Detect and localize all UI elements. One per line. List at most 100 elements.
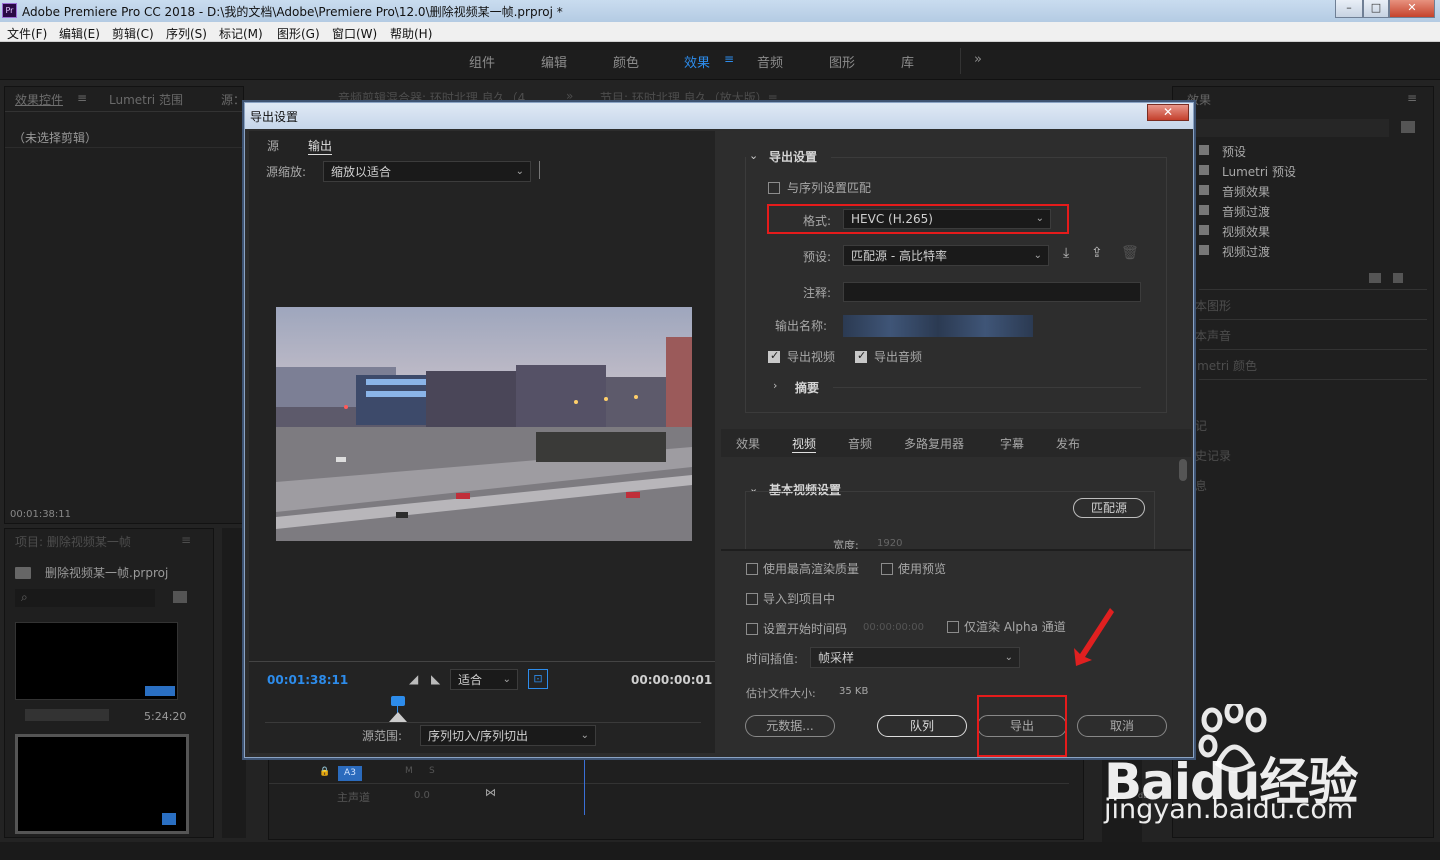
lock-icon[interactable]: 🔒 [319, 767, 330, 777]
delete-preset-icon[interactable]: 🗑 [1121, 245, 1139, 261]
cancel-button[interactable]: 取消 [1077, 715, 1167, 737]
workspace-graphics[interactable]: 图形 [829, 52, 855, 71]
menu-help[interactable]: 帮助(H) [390, 25, 432, 42]
summary-header[interactable]: 摘要 [795, 379, 819, 396]
tab-source[interactable]: 源 [267, 137, 279, 154]
workspace-menu-icon[interactable]: ≡ [724, 52, 734, 66]
workspace-effects[interactable]: 效果 [684, 52, 710, 71]
format-dropdown[interactable]: HEVC (H.265) ⌄ [843, 209, 1051, 229]
dialog-close-button[interactable]: ✕ [1147, 104, 1189, 121]
workspace-editing[interactable]: 编辑 [541, 52, 567, 71]
set-in-point-icon[interactable]: ◢ [409, 672, 418, 686]
import-into-project-checkbox[interactable] [746, 593, 758, 605]
metadata-button[interactable]: 元数据... [745, 715, 835, 737]
solo-button[interactable]: S [429, 766, 435, 776]
save-preset-icon[interactable]: ⤓ [1063, 245, 1069, 261]
folder-icon [1199, 185, 1209, 195]
menu-clip[interactable]: 剪辑(C) [112, 25, 154, 42]
effects-item[interactable]: 视频效果 [1222, 223, 1270, 240]
use-previews-checkbox[interactable] [881, 563, 893, 575]
master-volume-value[interactable]: 0.0 [414, 790, 430, 801]
tab-multiplexer[interactable]: 多路复用器 [904, 435, 964, 452]
current-timecode[interactable]: 00:01:38:11 [267, 673, 348, 687]
crop-output-icon[interactable]: ⊡ [528, 669, 548, 689]
preset-dropdown[interactable]: 匹配源 - 高比特率 ⌄ [843, 245, 1049, 266]
queue-button[interactable]: 队列 [877, 715, 967, 737]
chevron-right-icon[interactable]: › [773, 379, 777, 392]
tab-effects[interactable]: 效果 [736, 435, 760, 452]
effects-item[interactable]: 音频过渡 [1222, 203, 1270, 220]
minimize-button[interactable]: – [1335, 0, 1363, 18]
tab-output[interactable]: 输出 [308, 137, 333, 155]
set-out-point-icon[interactable]: ◣ [431, 672, 440, 686]
panel-menu-icon[interactable]: ≡ [77, 91, 87, 105]
app-icon: Pr [2, 3, 17, 18]
new-bin-icon[interactable] [173, 591, 187, 603]
effect-controls-panel: 效果控件 ≡ Lumetri 范围 源：（无剪辑） （未选择剪辑） 00:01:… [4, 86, 247, 524]
render-alpha-checkbox[interactable] [947, 621, 959, 633]
start-timecode-value[interactable]: 00:00:00:00 [863, 622, 924, 633]
width-value[interactable]: 1920 [877, 538, 902, 549]
settings-column: ⌄ 导出设置 与序列设置匹配 格式: HEVC (H.265) ⌄ 预设: 匹配… [721, 131, 1191, 552]
effects-panel-menu-icon[interactable]: ≡ [1407, 91, 1417, 105]
source-scaling-dropdown[interactable]: 缩放以适合 ⌄ [323, 161, 531, 182]
menu-graphics[interactable]: 图形(G) [277, 25, 320, 42]
audio-meter-panel: dB [1102, 760, 1149, 842]
menu-window[interactable]: 窗口(W) [332, 25, 377, 42]
source-range-dropdown[interactable]: 序列切入/序列切出 ⌄ [420, 725, 596, 746]
panel-overflow-icon[interactable]: » [566, 89, 573, 103]
effects-search-icon[interactable] [1401, 121, 1415, 133]
dialog-title: 导出设置 [250, 110, 299, 124]
effects-search-input[interactable] [1193, 119, 1389, 137]
time-interpolation-dropdown[interactable]: 帧采样 ⌄ [810, 647, 1020, 668]
export-audio-checkbox[interactable] [855, 349, 867, 363]
import-preset-icon[interactable]: ⇪ [1091, 245, 1103, 261]
settings-scrollbar[interactable] [1179, 459, 1187, 481]
tab-effect-controls[interactable]: 效果控件 [15, 91, 63, 108]
effects-item[interactable]: 预设 [1222, 143, 1246, 160]
status-bar [0, 842, 1440, 860]
workspace-overflow-icon[interactable]: » [974, 52, 982, 67]
project-panel: 项目: 删除视频某一帧 ≡ 删除视频某一帧.prproj ⌕ 5:24:20 [4, 528, 214, 838]
output-name-link[interactable] [843, 315, 1033, 337]
tab-video[interactable]: 视频 [792, 435, 817, 453]
tab-lumetri-scopes[interactable]: Lumetri 范围 [109, 91, 183, 108]
menu-marker[interactable]: 标记(M) [219, 25, 263, 42]
set-start-timecode-checkbox[interactable] [746, 623, 758, 635]
match-source-button[interactable]: 匹配源 [1073, 498, 1145, 518]
header-line [831, 157, 1167, 158]
trash-icon[interactable] [1393, 273, 1403, 283]
menu-file[interactable]: 文件(F) [7, 25, 47, 42]
window-close-button[interactable]: ✕ [1389, 0, 1435, 18]
export-highlight-box [977, 695, 1067, 757]
effects-item[interactable]: Lumetri 预设 [1222, 163, 1296, 180]
playhead-handle[interactable] [391, 696, 405, 706]
export-video-checkbox[interactable] [768, 349, 780, 363]
comment-input[interactable] [843, 282, 1141, 302]
tab-audio[interactable]: 音频 [848, 435, 872, 452]
project-menu-icon[interactable]: ≡ [181, 533, 191, 547]
master-toggle-icon[interactable]: ⋈ [485, 786, 496, 799]
workspace-assembly[interactable]: 组件 [469, 52, 495, 71]
project-title[interactable]: 项目: 删除视频某一帧 [15, 533, 131, 550]
workspace-color[interactable]: 颜色 [613, 52, 639, 71]
match-sequence-checkbox[interactable] [768, 182, 780, 194]
workspace-libraries[interactable]: 库 [901, 52, 914, 71]
project-search-input[interactable] [15, 589, 155, 607]
max-render-quality-checkbox[interactable] [746, 563, 758, 575]
track-a3-label[interactable]: A3 [338, 766, 362, 781]
effects-item[interactable]: 音频效果 [1222, 183, 1270, 200]
mute-button[interactable]: M [405, 766, 413, 776]
section-lumetri-color[interactable]: Lumetri 颜色 [1183, 357, 1257, 374]
range-handle[interactable] [389, 712, 407, 722]
tab-publish[interactable]: 发布 [1056, 435, 1080, 452]
effect-controls-timecode: 00:01:38:11 [10, 509, 72, 520]
maximize-button[interactable]: □ [1363, 0, 1389, 18]
new-bin-icon[interactable] [1369, 273, 1381, 283]
effects-item[interactable]: 视频过渡 [1222, 243, 1270, 260]
tab-captions[interactable]: 字幕 [1000, 435, 1024, 452]
workspace-audio[interactable]: 音频 [757, 52, 783, 71]
menu-edit[interactable]: 编辑(E) [59, 25, 100, 42]
fit-dropdown[interactable]: 适合 ⌄ [450, 669, 518, 690]
menu-sequence[interactable]: 序列(S) [166, 25, 207, 42]
